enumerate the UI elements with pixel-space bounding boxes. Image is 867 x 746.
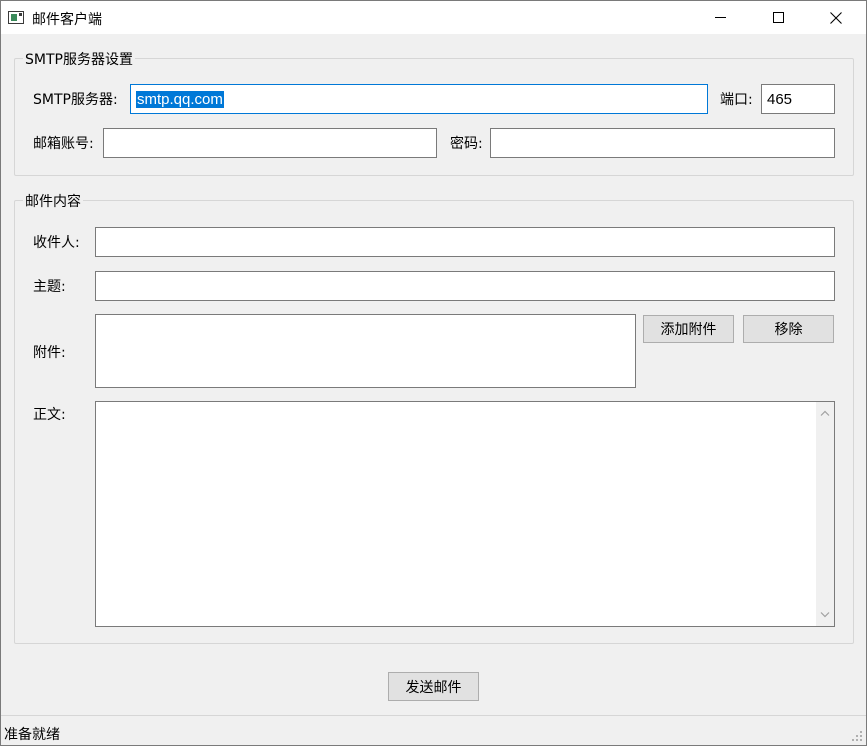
scroll-up-button[interactable]	[816, 404, 834, 422]
close-button[interactable]	[807, 1, 865, 34]
body-textarea[interactable]	[95, 401, 835, 627]
smtp-server-value: smtp.qq.com	[136, 90, 224, 108]
port-label: 端口:	[720, 92, 753, 108]
title-bar: 邮件客户端	[1, 1, 866, 34]
mail-content-group-title: 邮件内容	[23, 191, 83, 211]
email-account-label: 邮箱账号:	[33, 136, 94, 152]
body-scrollbar[interactable]	[816, 402, 834, 626]
attachment-list[interactable]	[95, 314, 636, 388]
status-bar: 准备就绪	[1, 715, 866, 745]
resize-grip-icon[interactable]	[851, 730, 863, 742]
scroll-down-button[interactable]	[816, 606, 834, 624]
status-text: 准备就绪	[4, 727, 60, 743]
attachment-label: 附件:	[33, 345, 66, 361]
chevron-down-icon	[820, 612, 830, 618]
email-account-input[interactable]	[103, 128, 437, 158]
add-attachment-button[interactable]: 添加附件	[643, 315, 734, 343]
port-input[interactable]: 465	[761, 84, 835, 114]
chevron-up-icon	[820, 410, 830, 416]
smtp-settings-group	[14, 58, 854, 176]
recipient-label: 收件人:	[33, 235, 80, 251]
port-value: 465	[767, 90, 793, 108]
password-label: 密码:	[450, 136, 483, 152]
maximize-button[interactable]	[749, 1, 807, 34]
smtp-server-label: SMTP服务器:	[33, 92, 118, 108]
subject-label: 主题:	[33, 279, 66, 295]
app-window-icon	[8, 11, 24, 24]
remove-attachment-button[interactable]: 移除	[743, 315, 834, 343]
window-title: 邮件客户端	[32, 12, 102, 28]
recipient-input[interactable]	[95, 227, 835, 257]
password-input[interactable]	[490, 128, 835, 158]
subject-input[interactable]	[95, 271, 835, 301]
maximize-icon	[772, 12, 784, 23]
minimize-icon	[714, 17, 726, 18]
smtp-server-input[interactable]: smtp.qq.com	[130, 84, 708, 114]
body-label: 正文:	[33, 407, 66, 423]
minimize-button[interactable]	[691, 1, 749, 34]
smtp-settings-group-title: SMTP服务器设置	[23, 49, 135, 69]
close-icon	[830, 11, 842, 24]
main-window: 邮件客户端 SMTP服务器设置 SMTP服务器: smtp.qq.com 端口:…	[0, 0, 867, 746]
send-mail-button[interactable]: 发送邮件	[388, 672, 479, 701]
